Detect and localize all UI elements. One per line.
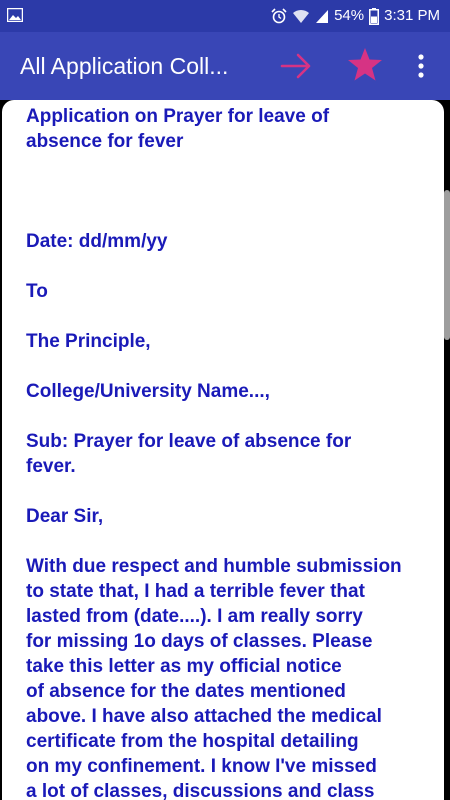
letter-title-line-1: Application on Prayer for leave of [26,106,330,127]
image-icon [7,8,23,22]
signal-icon [316,10,329,23]
letter-body-line: lasted from (date....). I am really sorr… [26,606,363,627]
app-title: All Application Coll... [20,53,229,79]
letter-body-line: on my confinement. I know I've missed [26,756,377,777]
letter-salutation: Dear Sir, [26,506,104,527]
status-bar: 54% 3:31 PM [0,0,450,32]
clock: 3:31 PM [384,7,440,24]
star-icon[interactable] [346,46,384,84]
letter-body-line: for missing 1o days of classes. Please [26,631,373,652]
scrollbar[interactable] [444,190,450,340]
letter-recipient: The Principle, [26,331,151,352]
letter-body-line: to state that, I had a terrible fever th… [26,581,365,602]
letter-subject-line-1: Sub: Prayer for leave of absence for [26,431,352,452]
letter-body-line: of absence for the dates mentioned [26,681,346,702]
letter-card[interactable]: Application on Prayer for leave of absen… [2,100,444,800]
letter-to: To [26,281,48,302]
letter-institution: College/University Name..., [26,381,270,402]
letter-body-line: a lot of classes, discussions and class [26,781,375,800]
battery-icon [369,7,380,25]
letter-subject-line-2: fever. [26,456,76,477]
battery-percent: 54% [334,7,365,24]
letter-body-line: take this letter as my official notice [26,656,342,677]
arrow-right-icon[interactable] [279,51,313,81]
more-vert-icon[interactable] [411,53,431,79]
alarm-icon [271,8,287,24]
letter-body-line: With due respect and humble submission [26,556,402,577]
letter-text: Application on Prayer for leave of absen… [26,104,426,800]
app-bar: All Application Coll... [0,32,450,100]
wifi-icon [293,9,310,23]
letter-title-line-2: absence for fever [26,131,184,152]
letter-body-line: above. I have also attached the medical [26,706,382,727]
letter-date: Date: dd/mm/yy [26,231,168,252]
letter-body-line: certificate from the hospital detailing [26,731,359,752]
status-icons: 54% 3:31 PM [271,6,440,26]
